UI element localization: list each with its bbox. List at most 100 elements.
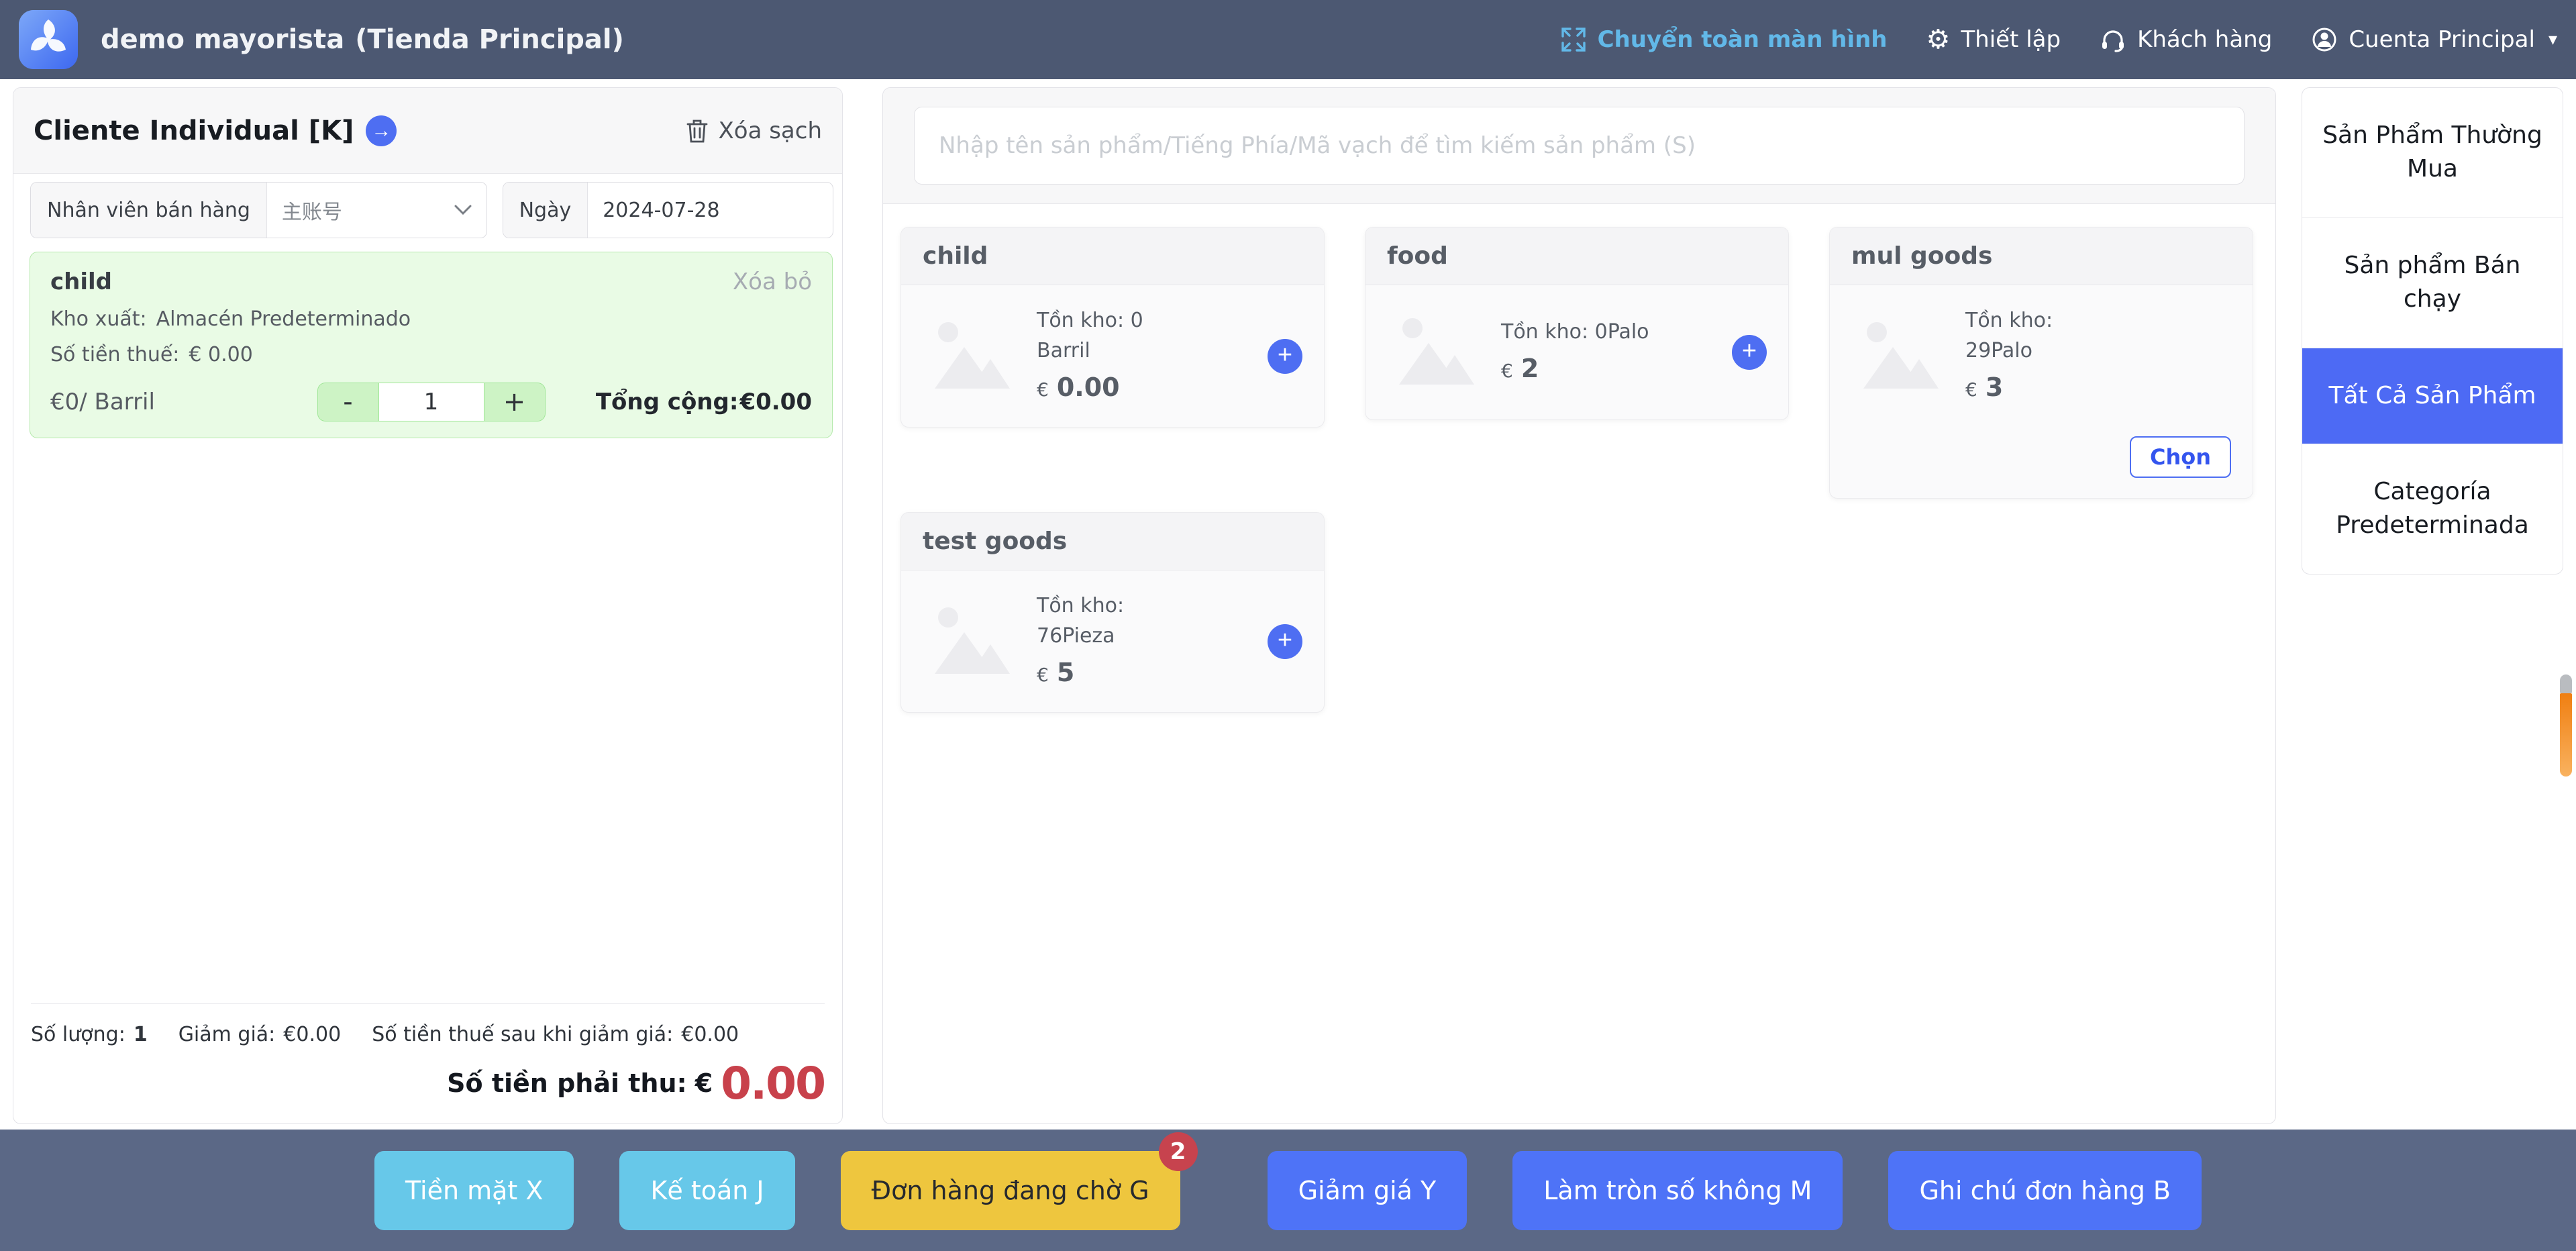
clear-cart-button[interactable]: Xóa sạch — [686, 117, 822, 144]
customer-service-menu[interactable]: Khách hàng — [2100, 26, 2272, 53]
cart-empty-space — [13, 438, 842, 1003]
currency-symbol: € — [1965, 376, 1977, 404]
brand: demo mayorista (Tienda Principal) — [19, 10, 624, 69]
remove-item-button[interactable]: Xóa bỏ — [733, 268, 812, 295]
headset-icon — [2100, 26, 2126, 53]
category-default[interactable]: Categoría Predeterminada — [2302, 444, 2563, 574]
summary-quantity-label: Số lượng: — [31, 1023, 125, 1046]
line-total-value: €0.00 — [739, 389, 812, 415]
add-product-button[interactable]: + — [1732, 335, 1767, 370]
store-title: demo mayorista (Tienda Principal) — [101, 24, 624, 55]
select-customer-button[interactable]: → — [366, 115, 397, 146]
cart-item-name: child — [50, 268, 112, 295]
currency-symbol: € — [1501, 357, 1513, 385]
fullscreen-toggle[interactable]: Chuyển toàn màn hình — [1560, 26, 1888, 53]
pending-orders-badge: 2 — [1159, 1132, 1198, 1171]
settings-menu[interactable]: ⚙ Thiết lập — [1926, 26, 2061, 53]
product-stock-line: 76Pieza — [1037, 621, 1247, 651]
product-card-test-goods[interactable]: test goods Tồn kho: 76Pieza — [900, 512, 1325, 713]
product-info: Tồn kho: 29Palo € 3 — [1965, 305, 2231, 407]
cart-item-warehouse: Kho xuất: Almacén Predeterminado — [50, 307, 812, 331]
store-name: demo mayorista — [101, 24, 344, 55]
choose-row: Chọn — [1851, 436, 2231, 478]
pending-orders-label: Đơn hàng đang chờ G — [872, 1176, 1149, 1205]
product-search-bar — [883, 88, 2275, 204]
product-stock-line: Tồn kho: 0Palo — [1501, 317, 1712, 347]
plus-icon: + — [1742, 338, 1757, 364]
date-label: Ngày — [503, 183, 588, 238]
date-input[interactable]: 2024-07-28 — [588, 183, 833, 238]
product-price: € 2 — [1501, 350, 1712, 388]
account-label: Cuenta Principal — [2349, 26, 2535, 53]
topbar: demo mayorista (Tienda Principal) Chuyển… — [0, 0, 2576, 79]
line-total-label: Tổng cộng: — [596, 389, 739, 415]
bottom-action-bar: Tiền mặt X Kế toán J Đơn hàng đang chờ G… — [0, 1130, 2576, 1251]
product-body: Tồn kho: 0Palo € 2 + — [1366, 285, 1788, 419]
warehouse-label: Kho xuất: — [50, 307, 147, 331]
product-stock-line: Barril — [1037, 336, 1247, 366]
summary-quantity-value: 1 — [134, 1023, 148, 1046]
cart-summary: Số lượng: 1 Giảm giá: €0.00 Số tiền thuế… — [13, 1004, 842, 1046]
product-info: Tồn kho: 0Palo € 2 — [1501, 317, 1712, 388]
product-name: test goods — [901, 513, 1324, 570]
scrollbar-thumb[interactable] — [2560, 693, 2572, 777]
tax-value: € 0.00 — [189, 343, 252, 366]
product-search-input[interactable] — [914, 107, 2245, 185]
topnav: Chuyển toàn màn hình ⚙ Thiết lập Khách h… — [1560, 26, 2557, 53]
pending-orders-button[interactable]: Đơn hàng đang chờ G 2 — [841, 1151, 1180, 1230]
cart-item-bottom: €0/ Barril - + Tổng cộng:€0.00 — [50, 383, 812, 421]
gear-icon: ⚙ — [1926, 26, 1951, 53]
choose-variant-button[interactable]: Chọn — [2130, 436, 2231, 478]
price-amount: 2 — [1521, 350, 1539, 388]
main-area: Cliente Individual [K] → Xóa sạch — [0, 79, 2576, 1130]
cart-line-item[interactable]: child Xóa bỏ Kho xuất: Almacén Predeterm… — [30, 252, 833, 438]
quantity-increase-button[interactable]: + — [484, 383, 545, 421]
salesperson-group: Nhân viên bán hàng 主账号 — [30, 182, 487, 238]
fullscreen-icon — [1560, 26, 1587, 53]
accounting-button[interactable]: Kế toán J — [619, 1151, 794, 1230]
cart-panel: Cliente Individual [K] → Xóa sạch — [13, 87, 843, 1124]
warehouse-value: Almacén Predeterminado — [156, 307, 411, 331]
category-all-products[interactable]: Tất Cả Sản Phẩm — [2302, 348, 2563, 444]
product-stock-line: Tồn kho: — [1037, 591, 1247, 621]
quantity-decrease-button[interactable]: - — [318, 383, 378, 421]
summary-discount-value: €0.00 — [283, 1023, 341, 1046]
plus-icon: + — [1278, 628, 1292, 653]
cart-header: Cliente Individual [K] → Xóa sạch — [13, 88, 842, 174]
page-scrollbar[interactable] — [2560, 674, 2572, 777]
summary-quantity: Số lượng: 1 — [31, 1023, 148, 1046]
product-info: Tồn kho: 76Pieza € 5 — [1037, 591, 1247, 692]
account-menu[interactable]: Cuenta Principal ▾ — [2311, 26, 2557, 53]
line-total: Tổng cộng:€0.00 — [546, 389, 813, 415]
amount-due-label: Số tiền phải thu: — [447, 1068, 687, 1098]
order-note-button[interactable]: Ghi chú đơn hàng B — [1888, 1151, 2202, 1230]
product-name: mul goods — [1830, 228, 2253, 285]
price-amount: 0.00 — [1057, 368, 1120, 407]
add-product-button[interactable]: + — [1268, 339, 1302, 374]
category-frequently-bought[interactable]: Sản Phẩm Thường Mua — [2302, 88, 2563, 218]
cash-button[interactable]: Tiền mặt X — [374, 1151, 574, 1230]
rounding-button[interactable]: Làm tròn số không M — [1512, 1151, 1843, 1230]
salesperson-label: Nhân viên bán hàng — [31, 183, 267, 238]
cart-item-tax: Số tiền thuế: € 0.00 — [50, 343, 812, 366]
discount-button[interactable]: Giảm giá Y — [1268, 1151, 1467, 1230]
cart-controls: Nhân viên bán hàng 主账号 Ngày 2024-07-28 — [13, 174, 842, 238]
caret-down-icon: ▾ — [2548, 30, 2557, 50]
product-card-food[interactable]: food Tồn kho: 0Palo € — [1365, 227, 1789, 420]
fullscreen-label: Chuyển toàn màn hình — [1598, 26, 1888, 53]
summary-discount-label: Giảm giá: — [178, 1023, 276, 1046]
product-card-mul-goods[interactable]: mul goods Tồn kho: — [1829, 227, 2253, 499]
product-info: Tồn kho: 0 Barril € 0.00 — [1037, 305, 1247, 407]
product-price: € 0.00 — [1037, 368, 1247, 407]
category-best-sellers[interactable]: Sản phẩm Bán chạy — [2302, 218, 2563, 348]
currency-symbol: € — [1037, 661, 1049, 689]
chevron-down-icon — [454, 205, 472, 215]
tax-label: Số tiền thuế: — [50, 343, 179, 366]
salesperson-select[interactable]: 主账号 — [267, 183, 486, 238]
product-card-child[interactable]: child Tồn kho: 0 Barril — [900, 227, 1325, 428]
cart-item-header: child Xóa bỏ — [50, 268, 812, 295]
product-main: Tồn kho: 29Palo € 3 — [1851, 305, 2231, 407]
quantity-input[interactable] — [378, 383, 484, 421]
add-product-button[interactable]: + — [1268, 624, 1302, 659]
price-amount: 3 — [1986, 368, 2003, 407]
